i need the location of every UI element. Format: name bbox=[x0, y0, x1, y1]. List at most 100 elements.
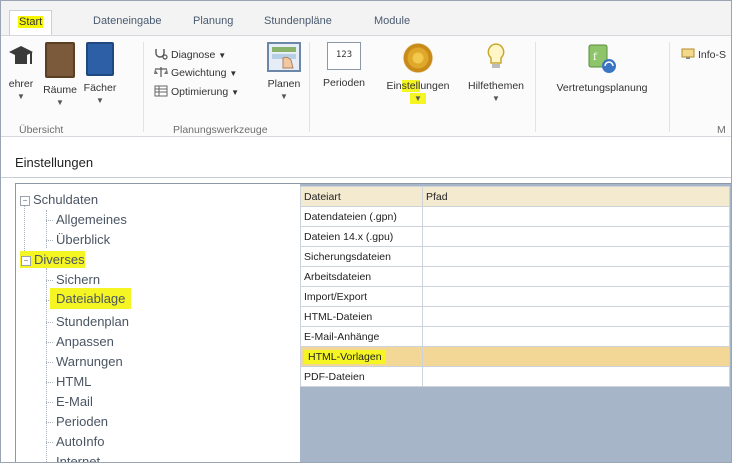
tree-item-sichern[interactable]: Sichern bbox=[56, 272, 100, 287]
optimierung-label: Optimierung bbox=[171, 86, 229, 98]
file-paths-grid: Dateiart Pfad Datendateien (.gpn) Dateie… bbox=[300, 183, 731, 462]
diagnose-button[interactable]: Diagnose ▼ bbox=[154, 48, 226, 61]
planen-button[interactable]: Planen ▼ bbox=[263, 42, 305, 101]
tree-item-perioden[interactable]: Perioden bbox=[56, 414, 108, 429]
lehrer-chevron-down-icon[interactable]: ▼ bbox=[1, 92, 41, 101]
substitution-planning-icon: f bbox=[586, 42, 618, 76]
table-cell-dateiart[interactable]: Datendateien (.gpn) bbox=[300, 206, 423, 227]
table-cell-pfad[interactable] bbox=[422, 246, 730, 267]
table-cell-dateiart[interactable]: Dateien 14.x (.gpu) bbox=[300, 226, 423, 247]
calendar-icon: 123 bbox=[327, 42, 361, 70]
raeume-chevron-down-icon[interactable]: ▼ bbox=[41, 98, 79, 107]
door-icon bbox=[45, 42, 75, 78]
table-row[interactable]: Arbeitsdateien bbox=[300, 266, 730, 287]
table-cell-pfad[interactable] bbox=[422, 306, 730, 327]
table-row[interactable]: Import/Export bbox=[300, 286, 730, 307]
faecher-button[interactable]: Fächer ▼ bbox=[81, 42, 119, 105]
column-header-pfad[interactable]: Pfad bbox=[422, 186, 730, 207]
planen-chevron-down-icon[interactable]: ▼ bbox=[263, 92, 305, 101]
tree-connector bbox=[46, 442, 53, 443]
diagnose-label: Diagnose bbox=[171, 49, 216, 61]
tree-item-anpassen[interactable]: Anpassen bbox=[56, 334, 114, 349]
table-cell-dateiart[interactable]: PDF-Dateien bbox=[300, 366, 423, 387]
gear-icon bbox=[402, 42, 434, 74]
table-row[interactable]: Datendateien (.gpn) bbox=[300, 206, 730, 227]
tree-connector bbox=[46, 342, 53, 343]
table-cell-dateiart[interactable]: HTML-Vorlagen bbox=[300, 346, 423, 367]
table-cell-dateiart-text: HTML-Vorlagen bbox=[304, 349, 386, 364]
tree-connector bbox=[46, 322, 53, 323]
einstellungen-button[interactable]: Einstellungen ▼ bbox=[379, 42, 457, 104]
lightbulb-icon bbox=[485, 42, 507, 74]
table-row[interactable]: E-Mail-Anhänge bbox=[300, 326, 730, 347]
teacher-hat-icon bbox=[7, 42, 35, 72]
tree-label-schuldaten: Schuldaten bbox=[33, 192, 99, 207]
table-cell-dateiart[interactable]: HTML-Dateien bbox=[300, 306, 423, 327]
column-header-dateiart[interactable]: Dateiart bbox=[300, 186, 423, 207]
hilfethemen-label: Hilfethemen bbox=[467, 80, 525, 92]
tree-connector bbox=[46, 362, 53, 363]
settings-tree: − Schuldaten Allgemeines Überblick − Diver… bbox=[15, 183, 301, 462]
tree-node-schuldaten[interactable]: − Schuldaten bbox=[20, 192, 98, 207]
table-row[interactable]: HTML-Dateien bbox=[300, 306, 730, 327]
table-cell-pfad[interactable] bbox=[422, 366, 730, 387]
tree-node-diverses[interactable]: − Diverses bbox=[20, 251, 85, 268]
tab-planung[interactable]: Planung bbox=[193, 15, 233, 27]
einstellungen-chevron-down-icon[interactable]: ▼ bbox=[379, 93, 457, 104]
tree-item-internet[interactable]: Internet bbox=[56, 454, 100, 462]
tree-connector bbox=[46, 402, 53, 403]
einstellungen-label: Einstellungen bbox=[386, 80, 450, 92]
optimierung-button[interactable]: Optimierung ▼ bbox=[154, 85, 239, 98]
raeume-button[interactable]: Räume ▼ bbox=[41, 42, 79, 107]
tab-start[interactable]: Start bbox=[9, 10, 53, 36]
table-cell-pfad[interactable] bbox=[422, 346, 730, 367]
table-cell-dateiart[interactable]: E-Mail-Anhänge bbox=[300, 326, 423, 347]
section-header: Einstellungen bbox=[1, 137, 731, 178]
table-cell-dateiart[interactable]: Import/Export bbox=[300, 286, 423, 307]
tree-connector bbox=[46, 422, 53, 423]
tree-item-warnungen[interactable]: Warnungen bbox=[56, 354, 123, 369]
table-row-selected[interactable]: HTML-Vorlagen bbox=[300, 346, 730, 367]
tab-module[interactable]: Module bbox=[374, 15, 410, 27]
gewichtung-button[interactable]: Gewichtung ▼ bbox=[154, 66, 237, 79]
raeume-label: Räume bbox=[43, 84, 77, 96]
group-separator bbox=[669, 42, 670, 132]
tab-dateneingabe[interactable]: Dateneingabe bbox=[93, 15, 162, 27]
table-row[interactable]: PDF-Dateien bbox=[300, 366, 730, 387]
vertretungsplanung-button[interactable]: f Vertretungsplanung bbox=[539, 42, 665, 94]
table-cell-pfad[interactable] bbox=[422, 326, 730, 347]
tree-label-diverses: Diverses bbox=[34, 252, 85, 267]
info-monitor-icon bbox=[681, 48, 695, 60]
table-cell-pfad[interactable] bbox=[422, 266, 730, 287]
tree-connector bbox=[46, 210, 47, 248]
table-cell-pfad[interactable] bbox=[422, 286, 730, 307]
tree-item-stundenplan[interactable]: Stundenplan bbox=[56, 314, 129, 329]
tab-stundenplaene[interactable]: Stundenpläne bbox=[264, 15, 332, 27]
optimierung-chevron-down-icon: ▼ bbox=[231, 88, 240, 97]
faecher-chevron-down-icon[interactable]: ▼ bbox=[81, 96, 119, 105]
table-cell-dateiart[interactable]: Arbeitsdateien bbox=[300, 266, 423, 287]
info-button[interactable]: Info-S bbox=[681, 48, 726, 61]
tree-item-dateiablage[interactable]: Dateiablage bbox=[50, 288, 132, 309]
tree-item-ueberblick[interactable]: Überblick bbox=[56, 232, 110, 247]
perioden-button[interactable]: 123 Perioden bbox=[313, 42, 375, 89]
planen-label: Planen bbox=[267, 78, 301, 90]
collapse-icon[interactable]: − bbox=[20, 196, 30, 206]
tree-item-autoinfo[interactable]: AutoInfo bbox=[56, 434, 104, 449]
vertretungsplanung-label: Vertretungsplanung bbox=[556, 82, 648, 94]
tree-connector bbox=[46, 268, 47, 462]
app-window: Start Dateneingabe Planung Stundenpläne … bbox=[0, 0, 732, 463]
table-row[interactable]: Sicherungsdateien bbox=[300, 246, 730, 267]
tree-item-email[interactable]: E-Mail bbox=[56, 394, 93, 409]
tree-item-html[interactable]: HTML bbox=[56, 374, 91, 389]
table-row[interactable]: Dateien 14.x (.gpu) bbox=[300, 226, 730, 247]
table-cell-dateiart[interactable]: Sicherungsdateien bbox=[300, 246, 423, 267]
info-label: Info-S bbox=[698, 49, 727, 61]
table-cell-pfad[interactable] bbox=[422, 206, 730, 227]
collapse-icon[interactable]: − bbox=[21, 256, 31, 266]
hilfethemen-button[interactable]: Hilfethemen ▼ bbox=[461, 42, 531, 103]
lehrer-button[interactable]: ehrer ▼ bbox=[1, 42, 41, 101]
hilfethemen-chevron-down-icon[interactable]: ▼ bbox=[461, 94, 531, 103]
table-cell-pfad[interactable] bbox=[422, 226, 730, 247]
tree-item-allgemeines[interactable]: Allgemeines bbox=[56, 212, 127, 227]
